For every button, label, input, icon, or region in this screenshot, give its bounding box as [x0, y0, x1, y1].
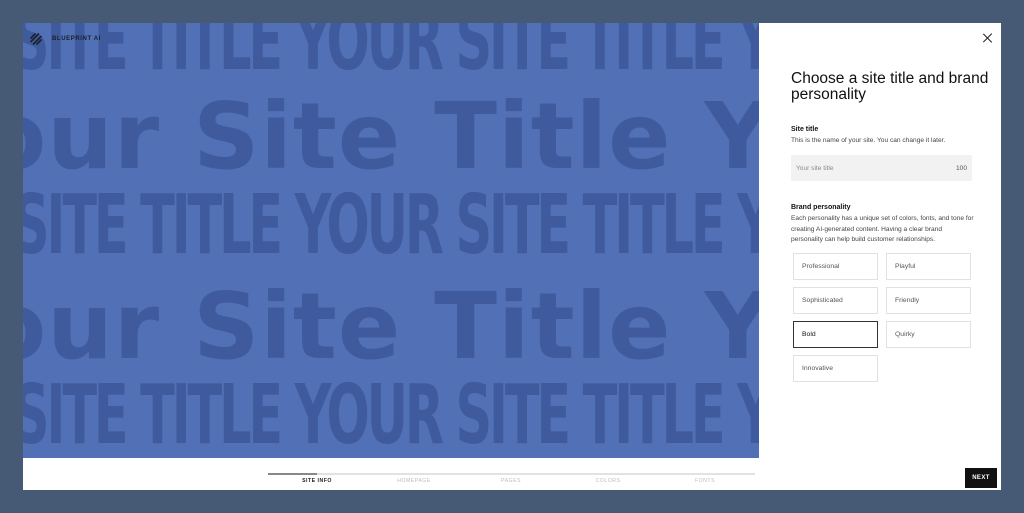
- personality-option-friendly[interactable]: Friendly: [886, 287, 971, 314]
- personality-option-professional[interactable]: Professional: [793, 253, 878, 280]
- personality-option-playful[interactable]: Playful: [886, 253, 971, 280]
- brand-personality-description: Each personality has a unique set of col…: [791, 215, 974, 243]
- personality-option-innovative[interactable]: Innovative: [793, 355, 878, 382]
- step-site-info[interactable]: SITE INFO: [287, 478, 347, 484]
- brand-name: BLUEPRINT AI: [52, 36, 101, 42]
- site-title-description: This is the name of your site. You can c…: [791, 137, 946, 144]
- step-homepage[interactable]: HOMEPAGE: [384, 478, 444, 484]
- step-pages[interactable]: PAGES: [481, 478, 541, 484]
- next-button[interactable]: NEXT: [965, 468, 997, 488]
- step-progress-fill: [268, 473, 317, 475]
- step-progress-bar: [268, 473, 755, 475]
- personality-option-quirky[interactable]: Quirky: [886, 321, 971, 348]
- bottom-bar: SITE INFO HOMEPAGE PAGES COLORS FONTS NE…: [23, 458, 1001, 490]
- hero-text-row: SITE TITLE YOUR SITE TITLE YOUR SITE: [23, 368, 759, 458]
- panel-title: Choose a site title and brand personalit…: [791, 70, 989, 103]
- site-title-label: Site title: [791, 126, 819, 133]
- personality-options: Professional Playful Sophisticated Frien…: [793, 253, 971, 382]
- character-counter: 100: [955, 164, 967, 172]
- hero-text-row: SITE TITLE YOUR SITE TITLE YOUR SITE: [23, 178, 759, 273]
- step-colors[interactable]: COLORS: [578, 478, 638, 484]
- site-title-input[interactable]: [796, 164, 936, 172]
- personality-option-bold[interactable]: Bold: [793, 321, 878, 348]
- brand-personality-label: Brand personality: [791, 204, 851, 211]
- settings-panel: Choose a site title and brand personalit…: [759, 23, 1001, 458]
- hero-text-row: our Site Title Your Site Title Y: [23, 273, 759, 380]
- close-icon[interactable]: [982, 32, 994, 44]
- hero-preview: SITE TITLE YOUR SITE TITLE YOUR SITE our…: [23, 23, 759, 458]
- blueprint-logo-icon: [30, 33, 42, 45]
- personality-option-sophisticated[interactable]: Sophisticated: [793, 287, 878, 314]
- hero-text-row: our Site Title Your Site Title Y: [23, 83, 759, 190]
- hero-text-row: SITE TITLE YOUR SITE TITLE YOUR SITE: [23, 23, 759, 89]
- brand-logo: BLUEPRINT AI: [29, 32, 101, 46]
- site-title-field[interactable]: 100: [791, 155, 972, 181]
- app-window: SITE TITLE YOUR SITE TITLE YOUR SITE our…: [23, 23, 1001, 490]
- step-fonts[interactable]: FONTS: [675, 478, 735, 484]
